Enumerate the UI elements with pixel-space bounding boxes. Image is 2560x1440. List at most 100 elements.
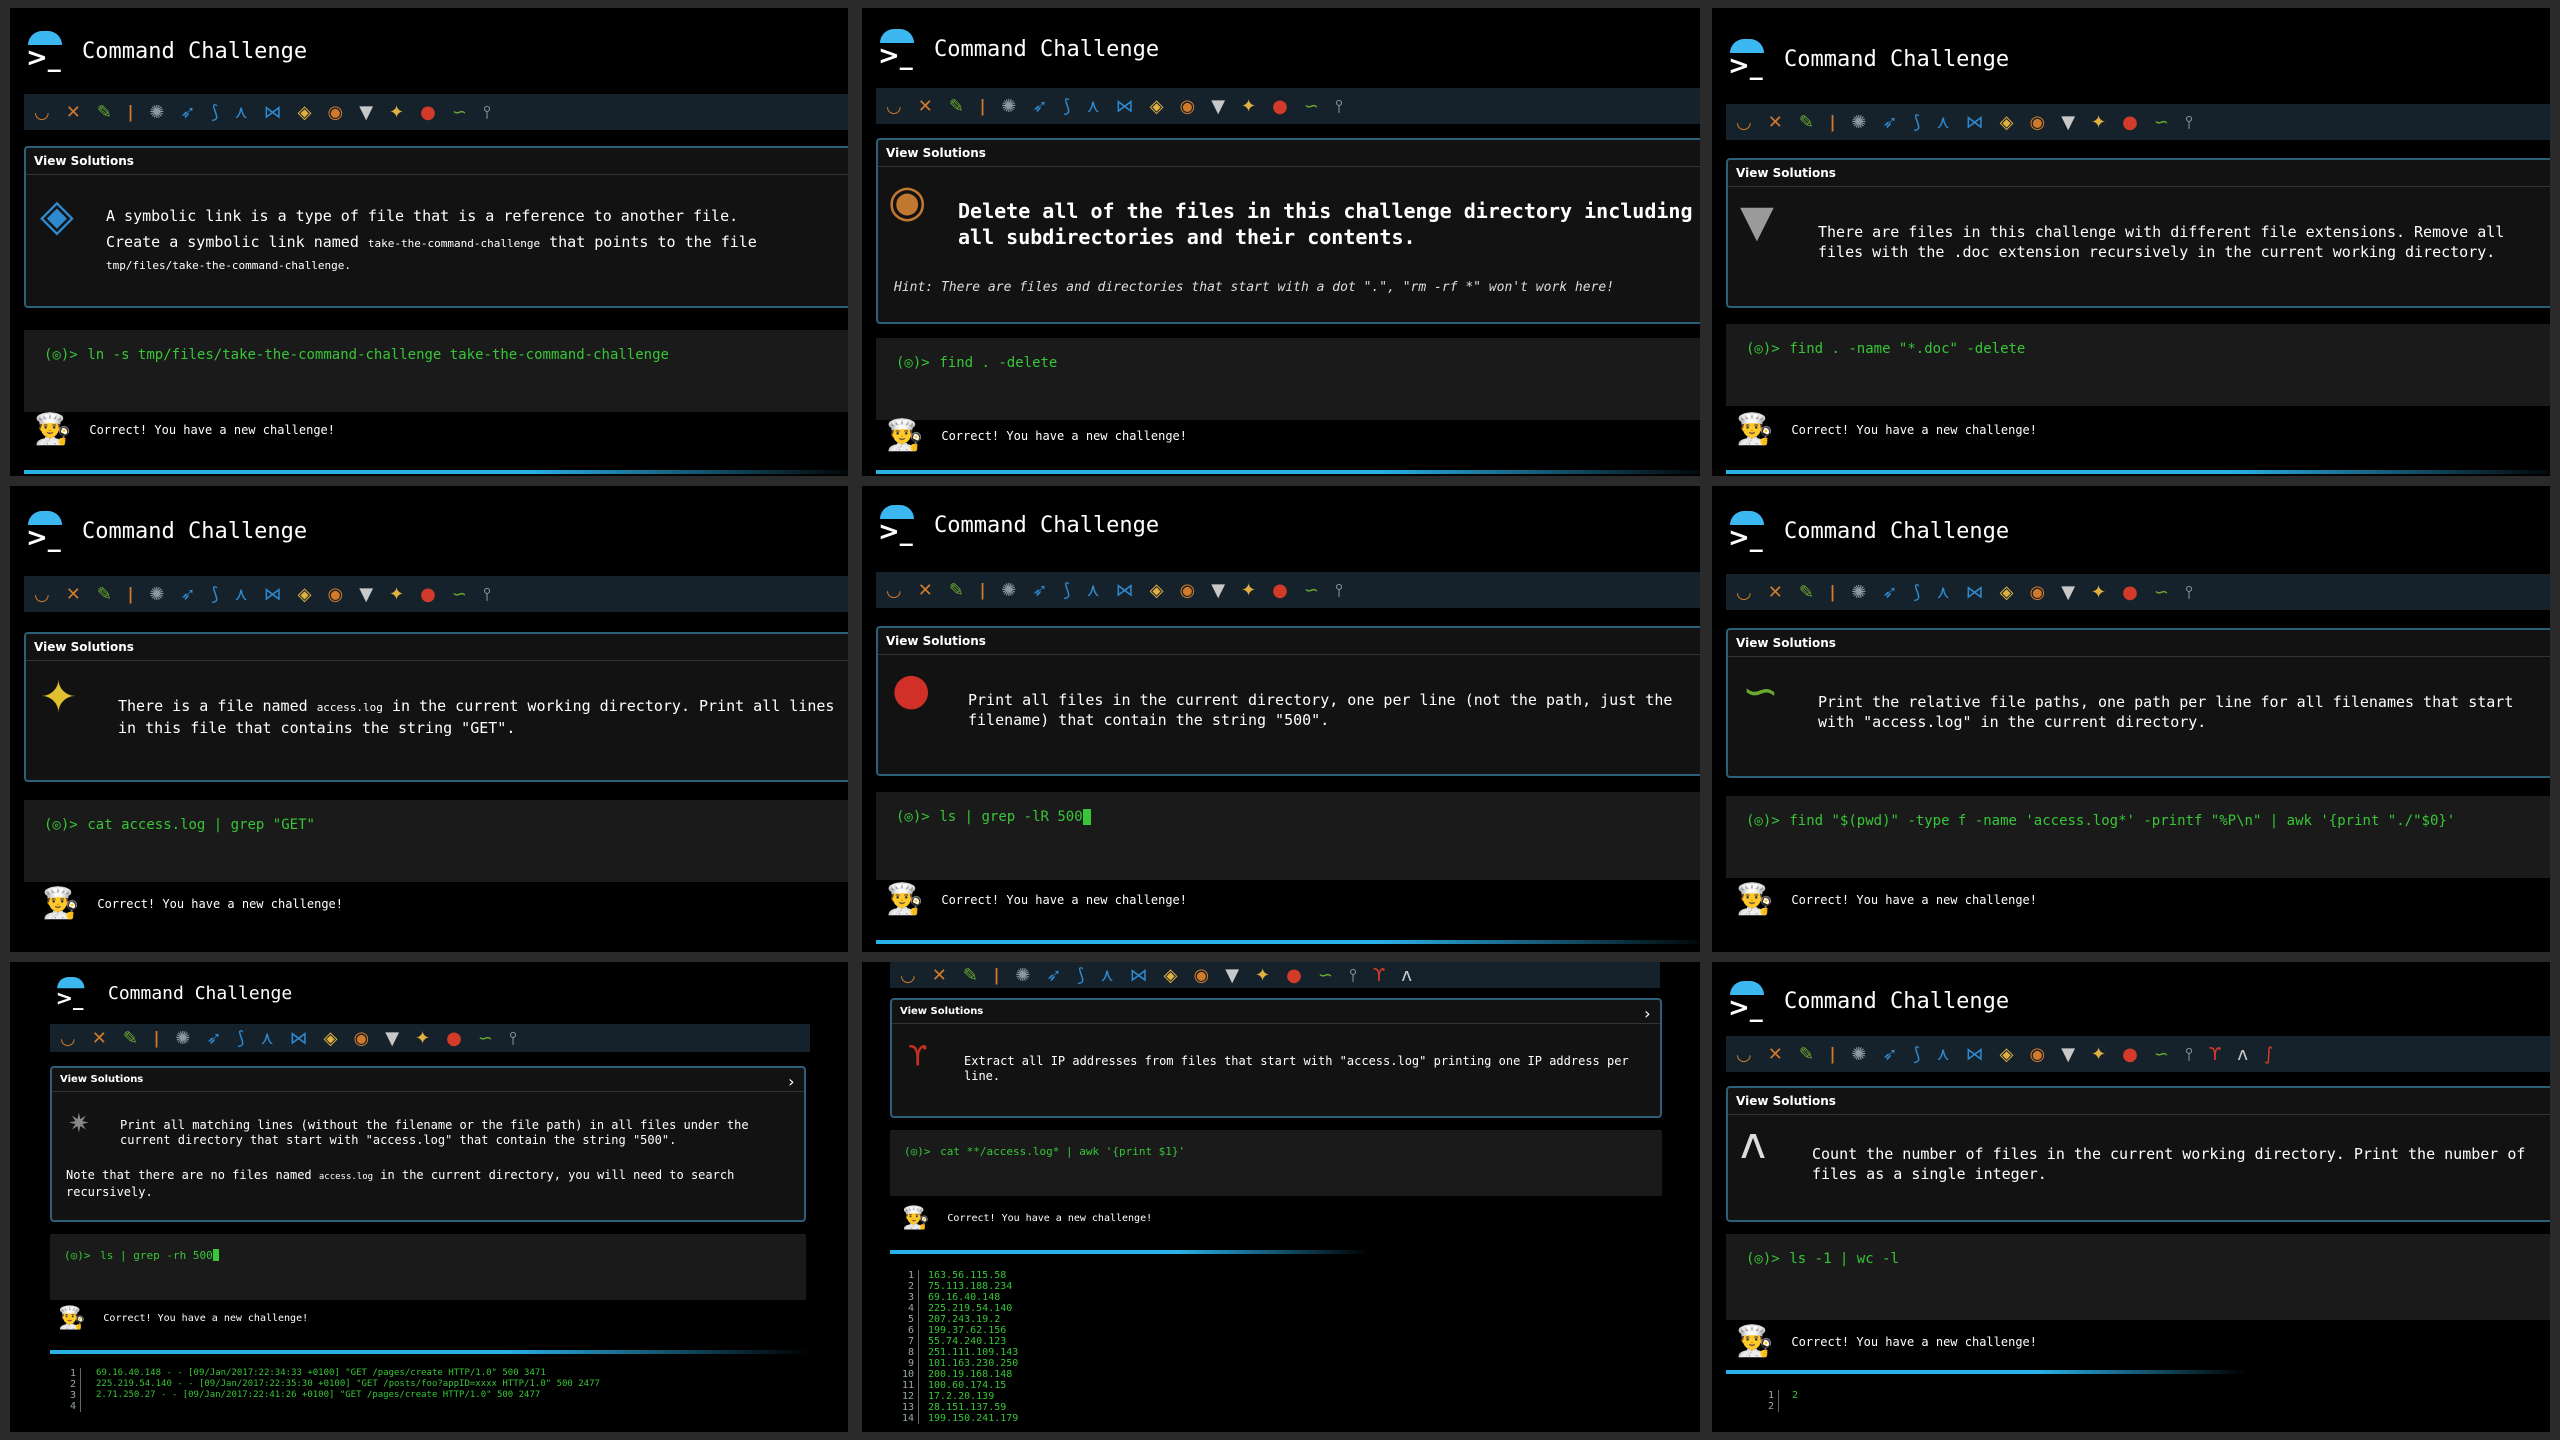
bee-icon[interactable]: ✦ (389, 584, 404, 605)
ladybug-icon[interactable]: ● (1286, 965, 1302, 986)
command-input[interactable]: (◎)> cat **/access.log* | awk '{print $1… (890, 1130, 1662, 1196)
bee-icon[interactable]: ✦ (2091, 1044, 2106, 1065)
sprout-icon[interactable]: ✎ (97, 584, 112, 605)
command-input[interactable]: (◎)> find "$(pwd)" -type f -name 'access… (1726, 796, 2550, 878)
wolf-icon[interactable]: ▼ (1225, 965, 1239, 986)
ladybug-icon[interactable]: ● (1272, 96, 1288, 117)
gear-icon[interactable]: ✺ (1851, 112, 1866, 133)
view-solutions-link[interactable]: View Solutions (1728, 160, 2550, 187)
command-input[interactable]: (◎)> find . -delete (876, 338, 1700, 420)
gear-icon[interactable]: ✺ (1001, 96, 1016, 117)
bird-icon[interactable]: ➶ (180, 102, 195, 123)
worm-icon[interactable]: ∽ (452, 102, 467, 123)
pin-icon[interactable]: ⫯ (483, 584, 491, 605)
fish-icon[interactable]: ⋈ (290, 1028, 308, 1049)
bird-icon[interactable]: ➶ (1882, 582, 1897, 603)
tropical-fish-icon[interactable]: ◈ (2000, 582, 2014, 603)
view-solutions-link[interactable]: View Solutions (878, 140, 1700, 167)
bee-icon[interactable]: ✦ (2091, 582, 2106, 603)
worm-icon[interactable]: ∽ (2154, 1044, 2169, 1065)
wolf-icon[interactable]: ▼ (359, 102, 373, 123)
gear-icon[interactable]: ✺ (149, 102, 164, 123)
dolphin-icon[interactable]: ⟆ (1913, 582, 1920, 603)
bottle-icon[interactable]: ǀ (980, 96, 985, 117)
butterfly-icon[interactable]: ✕ (1768, 112, 1783, 133)
view-solutions-link[interactable]: View Solutions (1728, 1088, 2550, 1115)
sprout-icon[interactable]: ✎ (1799, 582, 1814, 603)
shark-icon[interactable]: ⋏ (234, 102, 247, 123)
dolphin-icon[interactable]: ⟆ (1063, 580, 1070, 601)
butterfly-icon[interactable]: ✕ (66, 102, 81, 123)
worm-icon[interactable]: ∽ (452, 584, 467, 605)
tropical-fish-icon[interactable]: ◈ (2000, 112, 2014, 133)
worm-icon[interactable]: ∽ (2154, 582, 2169, 603)
butterfly-icon[interactable]: ✕ (932, 965, 947, 986)
bee-icon[interactable]: ✦ (415, 1028, 430, 1049)
snail-icon[interactable]: ◡ (900, 965, 916, 986)
fish-icon[interactable]: ⋈ (1966, 582, 1984, 603)
shark-icon[interactable]: ⋏ (1936, 582, 1949, 603)
snail-icon[interactable]: ◡ (60, 1028, 76, 1049)
snail-icon[interactable]: ◡ (886, 96, 902, 117)
bottle-icon[interactable]: ǀ (980, 580, 985, 601)
ladybug-icon[interactable]: ● (446, 1028, 462, 1049)
wolf-icon[interactable]: ▼ (385, 1028, 399, 1049)
sprout-icon[interactable]: ✎ (949, 580, 964, 601)
butterfly-icon[interactable]: ✕ (918, 580, 933, 601)
worm-icon[interactable]: ∽ (1318, 965, 1333, 986)
tropical-fish-icon[interactable]: ◈ (2000, 1044, 2014, 1065)
snail-icon[interactable]: ◡ (1736, 1044, 1752, 1065)
snail-shell-icon[interactable]: ◉ (1179, 580, 1195, 601)
view-solutions-link[interactable]: View Solutions (52, 1068, 804, 1092)
bird-icon[interactable]: ➶ (1032, 96, 1047, 117)
bird-icon[interactable]: ➶ (180, 584, 195, 605)
chevron-right-icon[interactable]: › (786, 1072, 796, 1091)
dolphin-icon[interactable]: ⟆ (211, 102, 218, 123)
bottle-icon[interactable]: ǀ (1830, 112, 1835, 133)
worm-icon[interactable]: ∽ (1304, 96, 1319, 117)
gear-icon[interactable]: ✺ (1851, 582, 1866, 603)
ladybug-icon[interactable]: ● (2122, 1044, 2138, 1065)
bottle-icon[interactable]: ǀ (128, 102, 133, 123)
pin-icon[interactable]: ⫯ (2185, 582, 2193, 603)
butterfly-icon[interactable]: ✕ (66, 584, 81, 605)
shark-icon[interactable]: ⋏ (1086, 580, 1099, 601)
view-solutions-link[interactable]: View Solutions (878, 628, 1700, 655)
shark-icon[interactable]: ⋏ (1936, 1044, 1949, 1065)
wolf-icon[interactable]: ▼ (2061, 582, 2075, 603)
bird-icon[interactable]: ➶ (1882, 112, 1897, 133)
command-input[interactable]: (◎)> ln -s tmp/files/take-the-command-ch… (24, 330, 848, 412)
scorpion-icon[interactable]: ϒ (2209, 1044, 2222, 1065)
snail-shell-icon[interactable]: ◉ (2029, 112, 2045, 133)
bottle-icon[interactable]: ǀ (128, 584, 133, 605)
dolphin-icon[interactable]: ⟆ (211, 584, 218, 605)
snail-shell-icon[interactable]: ◉ (1193, 965, 1209, 986)
snail-shell-icon[interactable]: ◉ (2029, 582, 2045, 603)
bee-icon[interactable]: ✦ (389, 102, 404, 123)
ladybug-icon[interactable]: ● (420, 102, 436, 123)
bottle-icon[interactable]: ǀ (154, 1028, 159, 1049)
bottle-icon[interactable]: ǀ (1830, 1044, 1835, 1065)
gear-icon[interactable]: ✺ (149, 584, 164, 605)
tropical-fish-icon[interactable]: ◈ (1150, 580, 1164, 601)
shark-icon[interactable]: ⋏ (260, 1028, 273, 1049)
bottle-icon[interactable]: ǀ (994, 965, 999, 986)
gear-icon[interactable]: ✺ (175, 1028, 190, 1049)
bee-icon[interactable]: ✦ (2091, 112, 2106, 133)
bird-icon[interactable]: ➶ (1032, 580, 1047, 601)
butterfly-icon[interactable]: ✕ (1768, 1044, 1783, 1065)
pin-icon[interactable]: ⫯ (1335, 96, 1343, 117)
shark-icon[interactable]: ⋏ (1086, 96, 1099, 117)
fish-icon[interactable]: ⋈ (264, 102, 282, 123)
tropical-fish-icon[interactable]: ◈ (324, 1028, 338, 1049)
command-input[interactable]: (◎)> ls | grep -rh 500 (50, 1234, 806, 1300)
worm-icon[interactable]: ∽ (478, 1028, 493, 1049)
bird-icon[interactable]: ➶ (1882, 1044, 1897, 1065)
bird-icon[interactable]: ➶ (1046, 965, 1061, 986)
view-solutions-link[interactable]: View Solutions (892, 1000, 1660, 1024)
dolphin-icon[interactable]: ⟆ (1913, 1044, 1920, 1065)
bee-icon[interactable]: ✦ (1241, 580, 1256, 601)
snail-icon[interactable]: ◡ (34, 102, 50, 123)
command-input[interactable]: (◎)> ls | grep -lR 500 (876, 792, 1700, 880)
wolf-icon[interactable]: ▼ (359, 584, 373, 605)
